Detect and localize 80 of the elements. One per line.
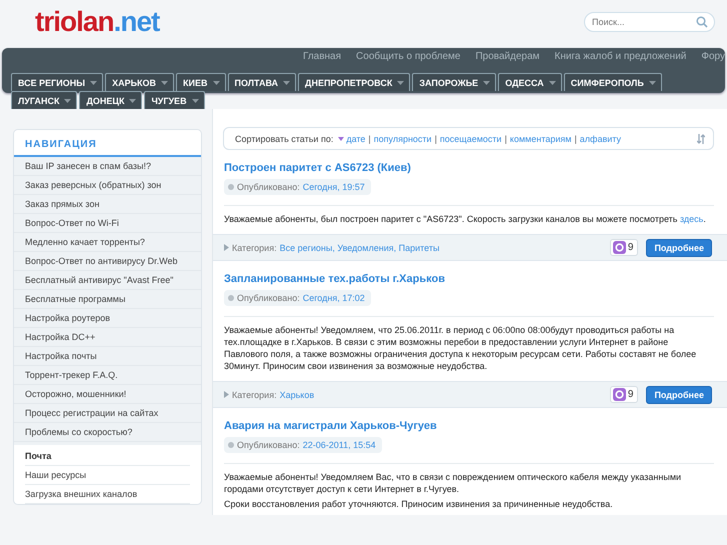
comment-icon [612,388,626,401]
nav-link[interactable]: Провайдерам [475,51,540,62]
sidebar-link[interactable]: Ваш IP занесен в спам базы!? [14,157,201,176]
caret-icon [648,80,656,84]
nav-link[interactable]: Главная [302,51,342,62]
sidebar-title: НАВИГАЦИЯ [14,130,201,157]
caret-icon [483,80,490,84]
article-title[interactable]: Построен паритет с AS6723 (Киев) [224,162,714,174]
sidebar-link[interactable]: Бесплатный антивирус "Avast Free" [14,271,201,290]
sidebar-link[interactable]: Загрузка внешних каналов [25,485,190,504]
sidebar-link[interactable]: Торрент-трекер F.A.Q. [14,366,201,385]
category-label: Категория: [232,390,277,400]
sidebar-link[interactable]: Заказ прямых зон [14,195,201,214]
dot-icon [228,295,234,301]
region-tab[interactable]: ХАРЬКОВ [105,73,174,91]
separator: | [574,134,577,144]
article-title[interactable]: Запланированные тех.работы г.Харьков [224,273,714,285]
dot-icon [228,442,234,448]
sidebar-link[interactable]: Настройка DC++ [14,328,201,347]
search-icon [696,16,708,28]
region-tab[interactable]: КИЕВ [176,73,226,91]
sidebar-link[interactable]: Заказ реверсных (обратных) зон [14,176,201,195]
more-button[interactable]: Подробнее [646,238,712,256]
date-label: Опубликовано: [237,440,300,450]
site-logo[interactable]: triolan.net [35,6,160,38]
sort-label: Сортировать статьи по: [235,134,334,144]
article-title[interactable]: Авария на магистрали Харьков-Чугуев [224,420,714,432]
article-text: Сроки восстановления работ уточняются. Приносим извинения за причиненные неудобства. [224,498,614,510]
comments-count[interactable]: 9 [610,239,638,256]
caret-icon [212,80,220,84]
caret-icon [90,80,98,84]
region-tab[interactable]: ДНЕПРОПЕТРОВСК [298,73,410,91]
region-tab[interactable]: ВСЕ РЕГИОНЫ [11,73,104,91]
separator: | [504,134,507,144]
date-label: Опубликовано: [237,293,300,303]
more-button[interactable]: Подробнее [646,386,712,404]
caret-icon [397,80,404,84]
comment-icon [612,241,626,254]
sidebar-link[interactable]: Проблемы со скоростью? [14,423,201,442]
category-label: Категория: [232,242,277,252]
region-tab[interactable]: ЧУГУЕВ [144,91,205,109]
caret-icon [548,80,556,84]
triangle-icon [224,244,229,251]
separator: | [368,134,371,144]
article-text: Уважаемые абоненты! Уведомляем Вас, что в связи с повреждением оптического кабеля между указанными городами отсутствует доступ к сети Интернет в г.Чугуев. [224,463,714,495]
sidebar-link[interactable]: Медленно качает торренты? [14,233,201,252]
caret-icon [161,80,168,84]
caret-icon [283,80,290,84]
separator: | [434,134,437,144]
caret-icon [192,98,199,102]
region-tab[interactable]: ПОЛТАВА [228,73,296,91]
sidebar-link[interactable]: Настройка почты [14,347,201,366]
sidebar-link[interactable]: Осторожно, мошенники! [14,385,201,404]
dot-icon [228,184,234,190]
sidebar-link[interactable]: Настройка роутеров [14,309,201,328]
sort-link[interactable]: дате [338,134,366,144]
nav-link[interactable]: Книга жалоб и предложений [554,51,686,62]
sidebar-link[interactable]: Бесплатные программы [14,290,201,309]
caret-icon [129,98,136,102]
sidebar-link[interactable]: Наши ресурсы [25,466,190,485]
region-tab[interactable]: СИМФЕРОПОЛЬ [564,73,662,91]
nav-link[interactable]: Фору [701,51,725,62]
sidebar-link[interactable]: Вопрос-Ответ по Wi-Fi [14,214,201,233]
sort-arrows-icon [697,134,705,144]
comments-count[interactable]: 9 [610,386,638,403]
article-text: Уважаемые абоненты! Уведомляем, что 25.06.2011г. в период с 06:00по 08:00будут проводиться работы на тех.площадке в г.Харьков. В связи с этим возможны перебои в предоставлении услуги Интернет в районе Павлового поля, а также возможны ограничения доступа к некоторым ресурсам сети. Работы составят не более 30минут. Приносим свои извинения за возможные неудобства. [224,316,714,372]
block-heading: Почта [25,448,190,466]
nav-link[interactable]: Сообщить о проблеме [356,51,460,62]
date-label: Опубликовано: [237,182,300,192]
article-text: Уважаемые абоненты, был построен паритет с "AS6723". Скорость загрузки каналов вы можете посмотреть здесь. [224,205,714,225]
sidebar-link[interactable]: Процесс регистрации на сайтах [14,404,201,423]
caret-icon [64,98,72,102]
caret-icon [338,136,344,140]
region-tab[interactable]: ЛУГАНСК [11,91,78,109]
region-tab[interactable]: ОДЕССА [498,73,562,91]
sidebar-link[interactable]: Вопрос-Ответ по антивирусу Dr.Web [14,252,201,271]
region-tab[interactable]: ДОНЕЦК [79,91,142,109]
search-field[interactable]: Поиск... [584,12,715,32]
triangle-icon [224,391,229,398]
region-tab[interactable]: ЗАПОРОЖЬЕ [412,73,496,91]
